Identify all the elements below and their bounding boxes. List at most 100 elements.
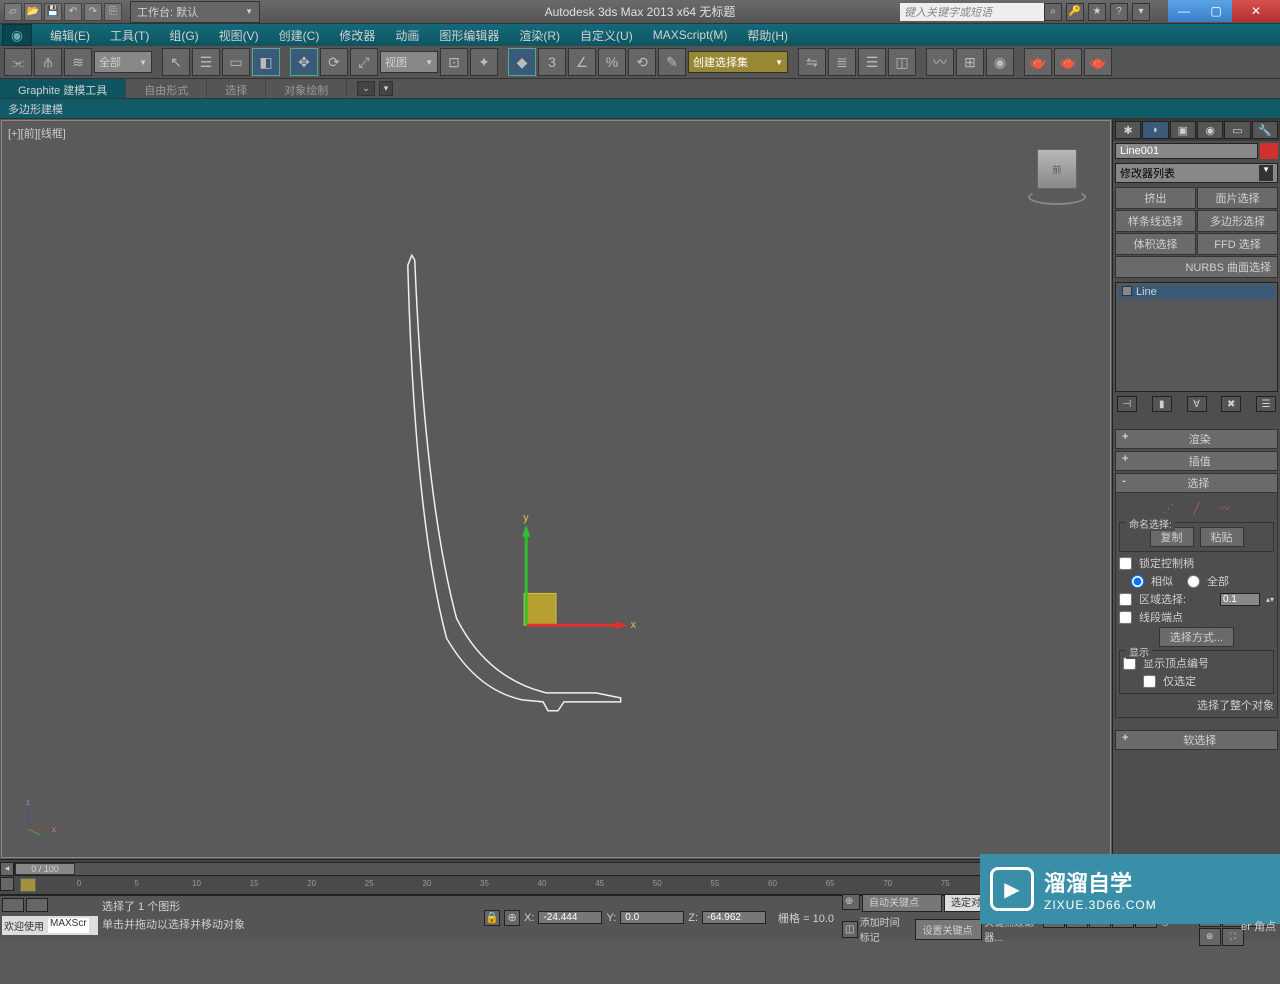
mod-ffdselect[interactable]: FFD 选择 — [1197, 233, 1278, 255]
binoculars-icon[interactable]: ⌕ — [1044, 3, 1062, 21]
expand-icon[interactable] — [1122, 286, 1132, 296]
search-input[interactable]: 键入关键字或短语 — [900, 3, 1050, 21]
rollout-softsel-header[interactable]: +软选择 — [1115, 730, 1278, 750]
snap-toggle-icon[interactable]: ◆ — [508, 48, 536, 76]
qat-redo-icon[interactable]: ↷ — [84, 3, 102, 21]
tag-icon[interactable]: ◫ — [842, 921, 858, 938]
named-selset[interactable]: 创建选择集▼ — [688, 51, 788, 73]
maximize-button[interactable]: ▢ — [1200, 0, 1232, 22]
qat-open-icon[interactable]: 📂 — [24, 3, 42, 21]
menu-customize[interactable]: 自定义(U) — [570, 24, 643, 47]
maxscript-mini-icon[interactable] — [2, 898, 24, 912]
tab-freeform[interactable]: 自由形式 — [126, 79, 207, 98]
all-radio[interactable] — [1187, 575, 1200, 588]
align-icon[interactable]: ≣ — [828, 48, 856, 76]
unlink-icon[interactable]: ⫚ — [34, 48, 62, 76]
mod-polyselect[interactable]: 多边形选择 — [1197, 210, 1278, 232]
pivot-icon[interactable]: ⊡ — [440, 48, 468, 76]
paste-button[interactable]: 粘贴 — [1200, 527, 1244, 547]
lock-handles-check[interactable] — [1119, 557, 1132, 570]
minimize-button[interactable]: — — [1168, 0, 1200, 22]
rotate-icon[interactable]: ⟳ — [320, 48, 348, 76]
viewcube-ring-icon[interactable] — [1028, 189, 1086, 205]
render-icon[interactable]: 🫖 — [1084, 48, 1112, 76]
coord-y[interactable]: 0.0 — [620, 911, 684, 924]
qat-link-icon[interactable]: ⎘ — [104, 3, 122, 21]
absolute-icon[interactable]: ⊕ — [504, 910, 520, 926]
selection-filter[interactable]: 全部▼ — [94, 51, 152, 73]
render-setup-icon[interactable]: 🫖 — [1024, 48, 1052, 76]
menu-grapheditors[interactable]: 图形编辑器 — [429, 24, 509, 47]
close-button[interactable]: ✕ — [1232, 0, 1280, 22]
editnamed-icon[interactable]: ✎ — [658, 48, 686, 76]
tab-utilities-icon[interactable]: 🔧 — [1252, 121, 1278, 139]
tab-display-icon[interactable]: ▭ — [1224, 121, 1250, 139]
menu-rendering[interactable]: 渲染(R) — [509, 24, 570, 47]
star-icon[interactable]: ★ — [1088, 3, 1106, 21]
vertex-subobj-icon[interactable]: ⋰ — [1159, 500, 1179, 516]
layer-explorer-icon[interactable]: ◫ — [888, 48, 916, 76]
rollout-interp-header[interactable]: +插值 — [1115, 451, 1278, 471]
bind-icon[interactable]: ≋ — [64, 48, 92, 76]
menu-create[interactable]: 创建(C) — [269, 24, 330, 47]
listener-icon[interactable] — [26, 898, 48, 912]
configure-icon[interactable]: ☰ — [1256, 396, 1276, 412]
angle-snap-icon[interactable]: ∠ — [568, 48, 596, 76]
key-icon[interactable]: 🔑 — [1066, 3, 1084, 21]
lock-selection-icon[interactable]: 🔒 — [484, 910, 500, 926]
select-name-icon[interactable]: ☰ — [192, 48, 220, 76]
snap3-icon[interactable]: 3 — [538, 48, 566, 76]
rect-select-icon[interactable]: ▭ — [222, 48, 250, 76]
window-crossing-icon[interactable]: ◧ — [252, 48, 280, 76]
key-marker-icon[interactable] — [20, 878, 36, 892]
area-select-check[interactable] — [1119, 593, 1132, 606]
menu-group[interactable]: 组(G) — [159, 24, 208, 47]
viewport[interactable]: [+][前][线框] x y z x 前 — [1, 120, 1111, 858]
render-frame-icon[interactable]: 🫖 — [1054, 48, 1082, 76]
qat-undo-icon[interactable]: ↶ — [64, 3, 82, 21]
time-slider-thumb[interactable]: 0 / 100 — [15, 863, 75, 875]
selected-only-check[interactable] — [1143, 675, 1156, 688]
ribbon-expand-icon[interactable]: ▾ — [379, 81, 394, 96]
menu-views[interactable]: 视图(V) — [209, 24, 269, 47]
select-by-button[interactable]: 选择方式... — [1159, 627, 1234, 647]
spinner-arrows-icon[interactable]: ▴▾ — [1266, 595, 1274, 604]
mod-faceselect[interactable]: 面片选择 — [1197, 187, 1278, 209]
mod-nurbs[interactable]: NURBS 曲面选择 — [1115, 256, 1278, 278]
mirror-icon[interactable]: ⇋ — [798, 48, 826, 76]
modifier-stack[interactable]: Line — [1115, 282, 1278, 392]
mod-extrude[interactable]: 挤出 — [1115, 187, 1196, 209]
menu-maxscript[interactable]: MAXScript(M) — [643, 25, 738, 45]
trackbar-toggle-icon[interactable] — [0, 877, 14, 891]
mod-volselect[interactable]: 体积选择 — [1115, 233, 1196, 255]
coord-x[interactable]: -24.444 — [538, 911, 602, 924]
polymodel-label[interactable]: 多边形建模 — [8, 101, 63, 117]
spline-subobj-icon[interactable]: 〰 — [1215, 500, 1235, 516]
spinner-snap-icon[interactable]: ⟲ — [628, 48, 656, 76]
object-name-field[interactable]: Line001 — [1115, 143, 1258, 159]
remove-mod-icon[interactable]: ✖ — [1221, 396, 1241, 412]
menu-tools[interactable]: 工具(T) — [100, 24, 159, 47]
segment-subobj-icon[interactable]: ╱ — [1187, 500, 1207, 516]
tab-objectpaint[interactable]: 对象绘制 — [266, 79, 347, 98]
tab-motion-icon[interactable]: ◉ — [1197, 121, 1223, 139]
layers-icon[interactable]: ☰ — [858, 48, 886, 76]
unique-icon[interactable]: ∀ — [1187, 396, 1207, 412]
tab-modify-icon[interactable]: ◗ — [1142, 121, 1168, 139]
time-tag-label[interactable]: 添加时间标记 — [860, 914, 908, 944]
qat-save-icon[interactable]: 💾 — [44, 3, 62, 21]
menu-edit[interactable]: 编辑(E) — [40, 24, 100, 47]
segment-end-check[interactable] — [1119, 611, 1132, 624]
select-icon[interactable]: ↖ — [162, 48, 190, 76]
gizmo-plane[interactable] — [524, 593, 556, 625]
viewcube-face[interactable]: 前 — [1037, 149, 1077, 189]
welcome-bar[interactable]: 欢迎使用 MAXScr — [2, 916, 98, 935]
view-cube[interactable]: 前 — [1032, 149, 1082, 199]
workspace-selector[interactable]: 工作台: 默认 ▼ — [130, 1, 260, 23]
app-menu-icon[interactable]: ◉ — [2, 24, 32, 46]
refcoord-selector[interactable]: 视图▼ — [380, 51, 438, 73]
coord-z[interactable]: -64.962 — [702, 911, 766, 924]
comm-icon[interactable]: ⊕ — [842, 893, 860, 910]
scale-icon[interactable]: ⤢ — [350, 48, 378, 76]
tab-hierarchy-icon[interactable]: ▣ — [1170, 121, 1196, 139]
